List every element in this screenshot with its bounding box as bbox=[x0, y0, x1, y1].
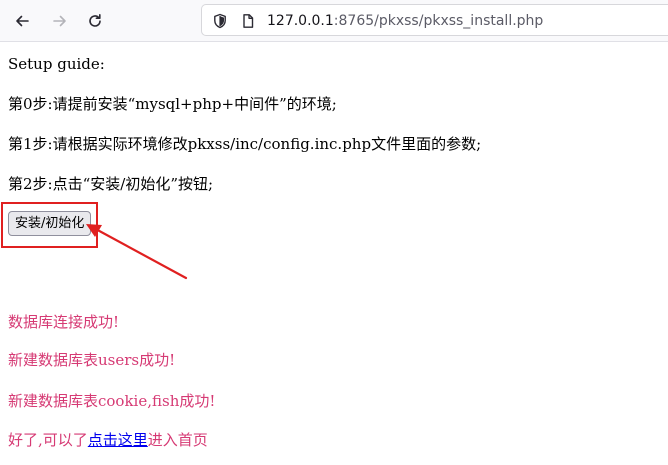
annotation-arrow bbox=[86, 224, 188, 280]
back-button[interactable] bbox=[8, 7, 36, 35]
cookie-fish-table-success-message: 新建数据库表cookie,fish成功! bbox=[8, 392, 216, 410]
page-icon bbox=[243, 14, 254, 28]
homepage-link[interactable]: 点击这里 bbox=[88, 431, 148, 449]
step-1-text: 第1步:请根据实际环境修改pkxss/inc/config.inc.php文件里… bbox=[8, 135, 482, 153]
step-0-text: 第0步:请提前安装“mysql+php+中间件”的环境; bbox=[8, 95, 337, 113]
step-2-text: 第2步:点击“安装/初始化”按钮; bbox=[8, 175, 214, 193]
browser-toolbar: 127.0.0.1:8765/pkxss/pkxss_install.php bbox=[0, 0, 668, 42]
done-message-suffix: 进入首页 bbox=[147, 431, 208, 449]
site-info-button[interactable] bbox=[211, 12, 229, 30]
db-connect-success-message: 数据库连接成功! bbox=[8, 313, 120, 331]
url-path: :8765/pkxss/pkxss_install.php bbox=[333, 13, 544, 29]
page-permissions-button[interactable] bbox=[239, 12, 257, 30]
done-message-prefix: 好了,可以了 bbox=[8, 431, 88, 449]
forward-button[interactable] bbox=[46, 7, 74, 35]
reload-icon bbox=[89, 14, 101, 27]
users-table-success-message: 新建数据库表users成功! bbox=[8, 351, 176, 369]
forward-arrow-icon bbox=[53, 15, 66, 27]
setup-guide-title: Setup guide: bbox=[8, 55, 105, 73]
done-message: 好了,可以了点击这里进入首页 bbox=[8, 430, 208, 450]
shield-icon bbox=[214, 13, 226, 29]
reload-button[interactable] bbox=[81, 7, 109, 35]
url-host: 127.0.0.1 bbox=[267, 13, 334, 29]
address-bar[interactable]: 127.0.0.1:8765/pkxss/pkxss_install.php bbox=[201, 4, 668, 36]
back-arrow-icon bbox=[16, 15, 29, 27]
page-content: Setup guide: 第0步:请提前安装“mysql+php+中间件”的环境… bbox=[0, 42, 668, 465]
url-text[interactable]: 127.0.0.1:8765/pkxss/pkxss_install.php bbox=[267, 12, 543, 30]
